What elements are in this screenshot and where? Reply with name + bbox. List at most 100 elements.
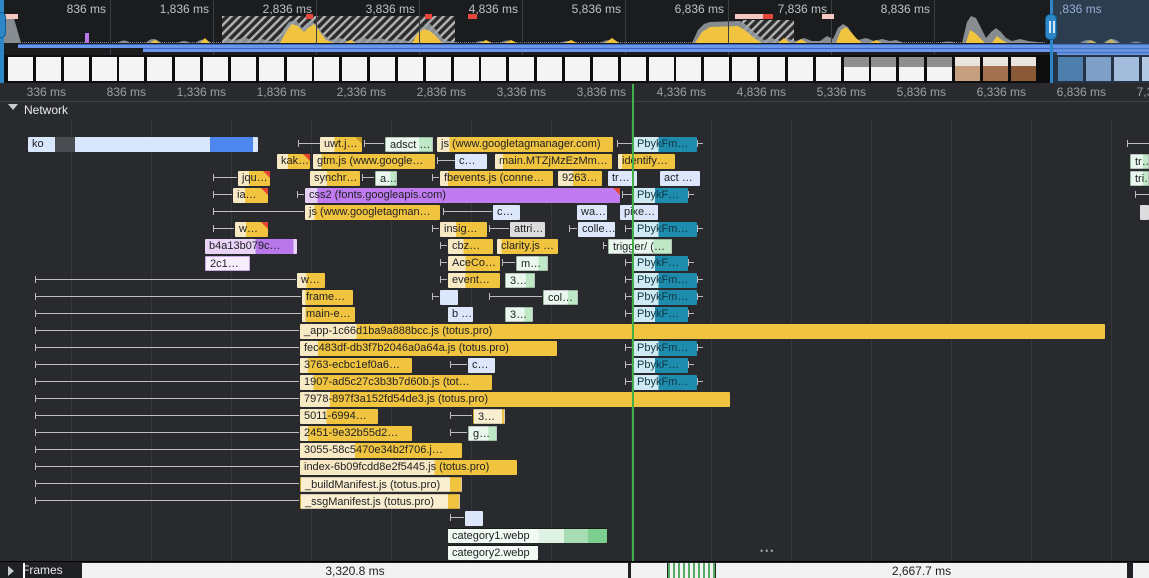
filmstrip-frame[interactable] [147,57,172,81]
handle-grip[interactable] [1045,14,1057,40]
network-request[interactable]: PbykFm… [633,290,697,305]
network-request[interactable]: gtm.js (www.google… [313,154,435,169]
network-request[interactable]: css2 (fonts.googleapis.com) [305,188,620,203]
network-request[interactable]: c… [455,154,487,169]
network-request[interactable]: wa… [577,205,607,220]
filmstrip-frame[interactable] [844,57,869,81]
filmstrip-frame[interactable] [621,57,646,81]
filmstrip-frame[interactable] [426,57,451,81]
network-request[interactable]: 3055-58c5470e34b2f706.j… [300,443,462,458]
filmstrip-frame[interactable] [314,57,339,81]
filmstrip-frame[interactable] [593,57,618,81]
filmstrip-frame[interactable] [36,57,61,81]
timeline-window-handle-left[interactable] [0,0,8,83]
filmstrip-frame[interactable] [203,57,228,81]
network-request[interactable]: PbykF… [633,256,688,271]
filmstrip-frame[interactable] [871,57,896,81]
filmstrip-frame[interactable] [398,57,423,81]
network-request[interactable]: w… [297,273,325,288]
network-request[interactable]: 5011-6994… [300,409,378,424]
expand-triangle-icon[interactable] [8,566,14,576]
filmstrip-frame[interactable] [704,57,729,81]
filmstrip-frame[interactable] [231,57,256,81]
network-request[interactable]: clarity.js … [497,239,558,254]
network-request[interactable]: category1.webp [448,528,607,543]
network-request[interactable]: identify… [618,154,675,169]
network-request[interactable]: b … [448,307,473,322]
network-request[interactable]: fec483df-db3f7b2046a0a64a.js (totus.pro) [300,341,557,356]
network-request[interactable]: adsct … [385,137,433,152]
frame-duration-bar[interactable]: 2,667.7 ms [716,563,1127,578]
frames-track[interactable]: Frames 3,320.8 ms2,667.7 ms [0,561,1149,578]
network-request[interactable]: 3763-ecbc1ef0a6… [300,358,412,373]
network-request[interactable]: m… [516,256,548,271]
network-request[interactable]: PbykFm… [633,341,697,356]
network-request[interactable]: c… [468,358,495,373]
network-request[interactable]: category2.webp [448,545,538,560]
network-request[interactable]: frame… [302,290,353,305]
network-request[interactable]: fbevents.js (conne… [440,171,553,186]
filmstrip-frame[interactable] [287,57,312,81]
network-request[interactable]: PbykFm… [633,137,697,152]
network-request[interactable]: g… [468,426,497,441]
filmstrip-frame[interactable] [8,57,33,81]
network-request[interactable] [1140,205,1149,220]
network-request[interactable]: 3… [473,409,505,424]
network-request[interactable]: _ssgManifest.js (totus.pro) [300,494,460,509]
filmstrip-frame[interactable] [676,57,701,81]
frame-duration-bar[interactable]: 3,320.8 ms [82,563,628,578]
network-request[interactable]: w… [235,222,268,237]
filmstrip[interactable] [0,55,1149,83]
network-request[interactable]: synchr… [310,171,360,186]
network-request[interactable]: ko [28,137,258,152]
network-request[interactable]: b4a13b079c… [205,239,297,254]
network-request[interactable]: AceCo… [448,256,500,271]
network-request[interactable]: 9263… [558,171,602,186]
network-request[interactable]: pixe… [620,205,658,220]
network-request[interactable]: js (www.googletagman… [305,205,440,220]
network-request[interactable]: main-e… [302,307,355,322]
network-request[interactable]: PbykF… [633,188,688,203]
network-request[interactable]: a… [375,171,397,186]
network-request[interactable]: jqu… [238,171,270,186]
network-request[interactable]: c… [493,205,520,220]
network-request[interactable]: tri… [1130,171,1149,186]
network-request[interactable]: 3… [505,273,535,288]
network-request[interactable]: main.MTZjMzEzMm… [495,154,612,169]
filmstrip-frame[interactable] [537,57,562,81]
frame-stripes[interactable] [668,563,715,578]
filmstrip-frame[interactable] [732,57,757,81]
frame-duration-bar[interactable] [631,563,667,578]
filmstrip-frame[interactable] [481,57,506,81]
filmstrip-frame[interactable] [788,57,813,81]
network-request[interactable]: 3… [505,307,533,322]
overflow-indicator[interactable]: ••• [760,546,775,556]
network-request[interactable]: cbz… [448,239,493,254]
filmstrip-frame[interactable] [649,57,674,81]
filmstrip-frame[interactable] [760,57,785,81]
network-request[interactable]: ia… [233,188,268,203]
network-request[interactable]: 7978-897f3a152fd54de3.js (totus.pro) [300,392,730,407]
timeline-window-handle-right[interactable] [1045,0,1057,83]
filmstrip-frame[interactable] [565,57,590,81]
network-request[interactable]: tr… [1130,154,1149,169]
filmstrip-frame[interactable] [92,57,117,81]
network-request[interactable]: insig… [440,222,487,237]
collapse-triangle-icon[interactable] [8,104,18,110]
network-request[interactable]: kak… [277,154,310,169]
network-request[interactable]: PbykFm… [633,222,697,237]
timeline-overview[interactable]: 836 ms1,836 ms2,836 ms3,836 ms4,836 ms5,… [0,0,1149,84]
handle-grip[interactable] [0,12,6,38]
frame-duration-bar[interactable] [1133,563,1149,578]
filmstrip-frame[interactable] [64,57,89,81]
filmstrip-frame[interactable] [259,57,284,81]
filmstrip-frame[interactable] [899,57,924,81]
filmstrip-frame[interactable] [342,57,367,81]
network-request[interactable]: _app-1c66d1ba9a888bcc.js (totus.pro) [300,324,1105,339]
network-request[interactable]: PbykFm… [633,273,697,288]
filmstrip-frame[interactable] [119,57,144,81]
filmstrip-frame[interactable] [454,57,479,81]
network-request[interactable]: 2451-9e32b55d2… [300,426,412,441]
network-request[interactable]: index-6b09fcdd8e2f5445.js (totus.pro) [300,460,517,475]
network-request[interactable]: colle… [578,222,615,237]
